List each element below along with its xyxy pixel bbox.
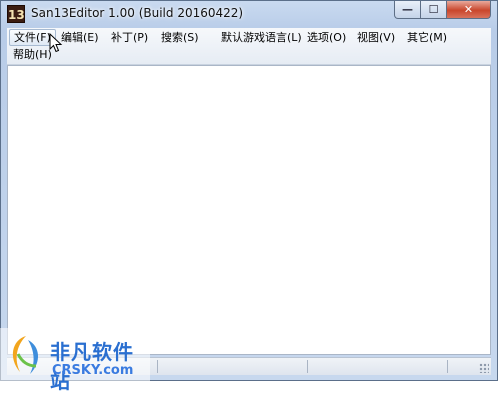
window-title: San13Editor 1.00 (Build 20160422)	[31, 6, 244, 20]
status-pane-divider	[307, 360, 308, 373]
status-pane-divider	[157, 360, 158, 373]
menu-bar: 文件(F) 编辑(E) 补丁(P) 搜索(S) 默认游戏语言(L) 选项(O) …	[7, 28, 491, 65]
title-bar[interactable]: 13 San13Editor 1.00 (Build 20160422) — ☐…	[1, 1, 497, 27]
editor-workspace[interactable]	[7, 65, 491, 355]
app-window: 13 San13Editor 1.00 (Build 20160422) — ☐…	[0, 0, 498, 381]
watermark-subtitle: CRSKY.com	[52, 363, 134, 378]
watermark-logo-icon	[12, 336, 39, 374]
minimize-button[interactable]: —	[394, 1, 421, 19]
close-button[interactable]: ✕	[447, 1, 491, 19]
close-icon: ✕	[463, 3, 474, 16]
menu-patch[interactable]: 补丁(P)	[107, 29, 152, 46]
app-icon[interactable]: 13	[7, 5, 25, 23]
window-controls: — ☐ ✕	[394, 1, 491, 20]
minimize-icon: —	[402, 3, 413, 16]
menu-view[interactable]: 视图(V)	[353, 29, 399, 46]
menu-search[interactable]: 搜索(S)	[157, 29, 203, 46]
menu-default-language[interactable]: 默认游戏语言(L)	[217, 29, 306, 46]
menu-options[interactable]: 选项(O)	[303, 29, 350, 46]
watermark: 非凡软件站 CRSKY.com	[0, 328, 150, 393]
status-pane-divider	[447, 360, 448, 373]
menu-edit[interactable]: 编辑(E)	[57, 29, 103, 46]
maximize-button[interactable]: ☐	[421, 1, 447, 19]
resize-grip-icon[interactable]	[479, 363, 489, 373]
menu-other[interactable]: 其它(M)	[403, 29, 451, 46]
maximize-icon: ☐	[428, 3, 439, 16]
mouse-cursor-icon	[49, 33, 63, 53]
